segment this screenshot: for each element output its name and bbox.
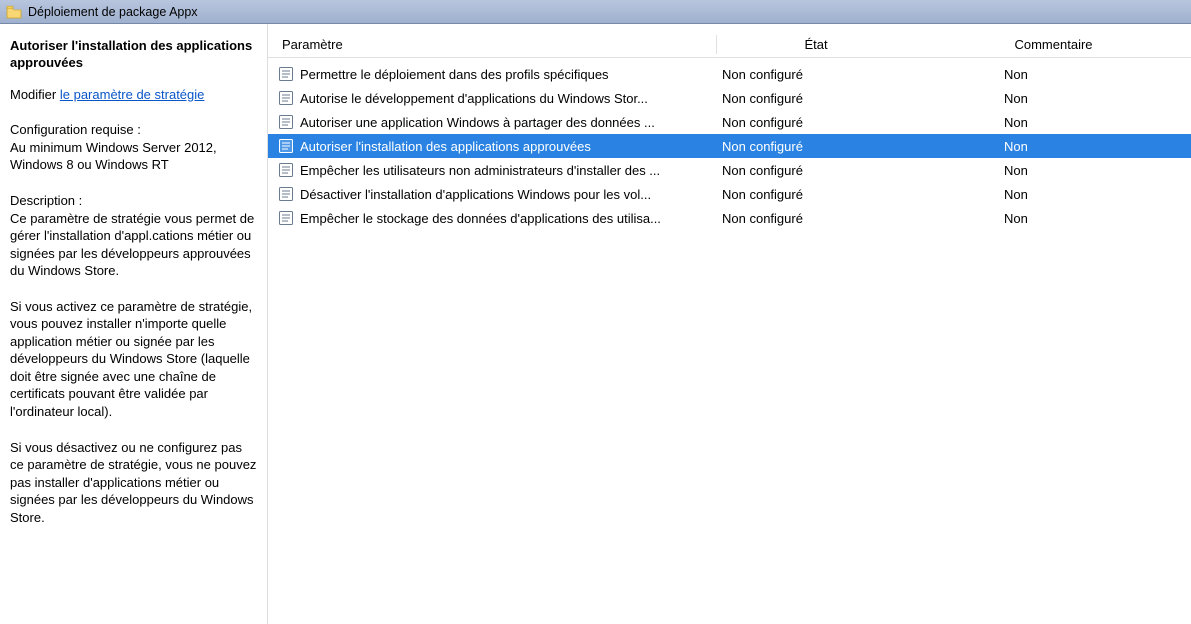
cell-parametre: Autoriser une application Windows à part… — [268, 114, 716, 130]
cell-parametre-text: Désactiver l'installation d'applications… — [300, 187, 651, 202]
description-p2: Si vous activez ce paramètre de stratégi… — [10, 298, 257, 421]
list-pane: Paramètre État Commentaire Permettre le … — [268, 24, 1191, 624]
cell-parametre-text: Empêcher les utilisateurs non administra… — [300, 163, 660, 178]
description-label: Description : — [10, 193, 82, 208]
cell-etat: Non configuré — [716, 67, 916, 82]
policy-setting-icon — [278, 186, 294, 202]
table-row[interactable]: Empêcher les utilisateurs non administra… — [268, 158, 1191, 182]
policy-setting-icon — [278, 114, 294, 130]
edit-policy-link[interactable]: le paramètre de stratégie — [60, 87, 205, 102]
policy-setting-icon — [278, 138, 294, 154]
cell-commentaire: Non — [916, 91, 1191, 106]
cell-parametre: Désactiver l'installation d'applications… — [268, 186, 716, 202]
titlebar: Déploiement de package Appx — [0, 0, 1191, 24]
cell-commentaire: Non — [916, 211, 1191, 226]
policy-heading: Autoriser l'installation des application… — [10, 38, 257, 72]
policy-setting-icon — [278, 162, 294, 178]
table-row[interactable]: Permettre le déploiement dans des profil… — [268, 62, 1191, 86]
content-area: Autoriser l'installation des application… — [0, 24, 1191, 624]
cell-parametre-text: Autorise le développement d'applications… — [300, 91, 648, 106]
description-p1: Ce paramètre de stratégie vous permet de… — [10, 211, 254, 279]
cell-commentaire: Non — [916, 187, 1191, 202]
config-text: Au minimum Windows Server 2012, Windows … — [10, 140, 217, 173]
cell-parametre: Empêcher le stockage des données d'appli… — [268, 210, 716, 226]
cell-parametre: Empêcher les utilisateurs non administra… — [268, 162, 716, 178]
config-label: Configuration requise : — [10, 122, 141, 137]
table-row[interactable]: Autorise le développement d'applications… — [268, 86, 1191, 110]
column-parametre[interactable]: Paramètre — [268, 37, 716, 52]
cell-parametre: Permettre le déploiement dans des profil… — [268, 66, 716, 82]
cell-parametre: Autorise le développement d'applications… — [268, 90, 716, 106]
cell-etat: Non configuré — [716, 115, 916, 130]
description-p3: Si vous désactivez ou ne configurez pas … — [10, 439, 257, 527]
cell-commentaire: Non — [916, 139, 1191, 154]
config-requirements: Configuration requise : Au minimum Windo… — [10, 121, 257, 174]
cell-parametre-text: Permettre le déploiement dans des profil… — [300, 67, 609, 82]
cell-parametre-text: Empêcher le stockage des données d'appli… — [300, 211, 661, 226]
column-commentaire[interactable]: Commentaire — [916, 37, 1191, 52]
cell-etat: Non configuré — [716, 139, 916, 154]
cell-etat: Non configuré — [716, 187, 916, 202]
column-headers: Paramètre État Commentaire — [268, 32, 1191, 58]
cell-commentaire: Non — [916, 115, 1191, 130]
cell-parametre: Autoriser l'installation des application… — [268, 138, 716, 154]
table-row[interactable]: Désactiver l'installation d'applications… — [268, 182, 1191, 206]
description-block-1: Description : Ce paramètre de stratégie … — [10, 192, 257, 280]
cell-commentaire: Non — [916, 67, 1191, 82]
titlebar-title: Déploiement de package Appx — [28, 5, 198, 19]
cell-etat: Non configuré — [716, 211, 916, 226]
policy-setting-icon — [278, 90, 294, 106]
policy-setting-icon — [278, 210, 294, 226]
policy-setting-icon — [278, 66, 294, 82]
cell-parametre-text: Autoriser une application Windows à part… — [300, 115, 655, 130]
details-pane: Autoriser l'installation des application… — [0, 24, 268, 624]
rows-container: Permettre le déploiement dans des profil… — [268, 58, 1191, 230]
cell-parametre-text: Autoriser l'installation des application… — [300, 139, 591, 154]
table-row[interactable]: Autoriser l'installation des application… — [268, 134, 1191, 158]
edit-prefix: Modifier — [10, 87, 60, 102]
edit-policy-line: Modifier le paramètre de stratégie — [10, 86, 257, 104]
table-row[interactable]: Empêcher le stockage des données d'appli… — [268, 206, 1191, 230]
column-etat[interactable]: État — [716, 37, 916, 52]
cell-etat: Non configuré — [716, 91, 916, 106]
table-row[interactable]: Autoriser une application Windows à part… — [268, 110, 1191, 134]
cell-commentaire: Non — [916, 163, 1191, 178]
cell-etat: Non configuré — [716, 163, 916, 178]
folder-icon — [6, 5, 22, 19]
